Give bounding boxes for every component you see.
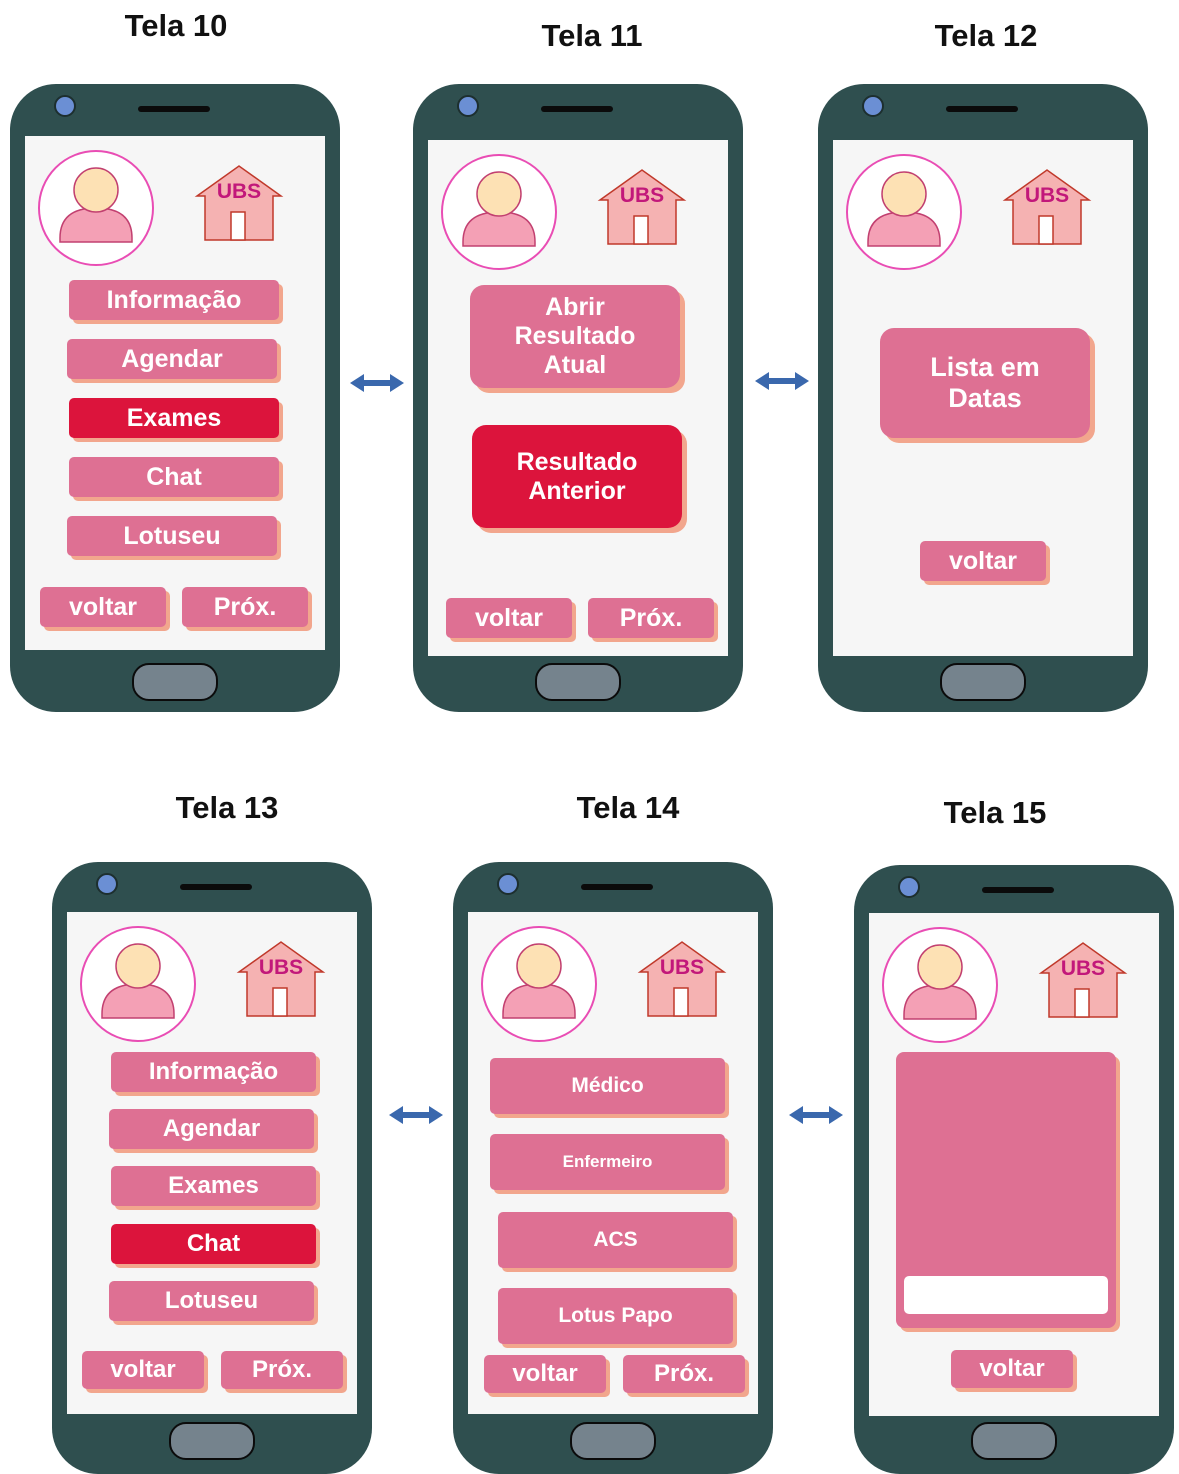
double-arrow-icon [789, 1106, 843, 1124]
home-button-icon[interactable] [570, 1422, 656, 1460]
double-arrow-icon [755, 372, 809, 390]
title-tela-15: Tela 15 [943, 795, 1047, 830]
ubs-label: UBS [619, 184, 665, 207]
contact-medico-button[interactable]: Médico [490, 1058, 725, 1114]
ubs-label: UBS [1024, 184, 1070, 207]
menu-agendar-button[interactable]: Agendar [67, 339, 277, 379]
ubs-label: UBS [659, 956, 705, 979]
next-button[interactable]: Próx. [221, 1351, 343, 1389]
camera-icon [54, 95, 76, 117]
ubs-house-icon[interactable]: UBS [1001, 166, 1093, 246]
contact-acs-button[interactable]: ACS [498, 1212, 733, 1268]
back-button[interactable]: voltar [920, 541, 1046, 581]
next-button[interactable]: Próx. [182, 587, 308, 627]
list-dates-button[interactable]: Lista em Datas [880, 328, 1090, 438]
screen: UBS Abrir Resultado Atual Resultado Ante… [428, 140, 728, 656]
menu-chat-button[interactable]: Chat [69, 457, 279, 497]
user-avatar-icon[interactable] [80, 926, 196, 1042]
ubs-house-icon[interactable]: UBS [235, 938, 327, 1018]
speaker [541, 106, 613, 112]
phone-tela-11: UBS Abrir Resultado Atual Resultado Ante… [413, 84, 743, 712]
ubs-house-icon[interactable]: UBS [1037, 939, 1129, 1019]
speaker [946, 106, 1018, 112]
menu-lotuseu-button[interactable]: Lotuseu [109, 1281, 314, 1321]
ubs-house-icon[interactable]: UBS [636, 938, 728, 1018]
home-button-icon[interactable] [971, 1422, 1057, 1460]
home-button-icon[interactable] [535, 663, 621, 701]
user-avatar-icon[interactable] [441, 154, 557, 270]
user-avatar-icon[interactable] [882, 927, 998, 1043]
chat-panel [896, 1052, 1116, 1328]
back-button[interactable]: voltar [82, 1351, 204, 1389]
phone-tela-10: UBS Informação Agendar Exames Chat Lotus… [10, 84, 340, 712]
camera-icon [862, 95, 884, 117]
ubs-house-icon[interactable]: UBS [596, 166, 688, 246]
camera-icon [497, 873, 519, 895]
screen: UBS Lista em Datas voltar [833, 140, 1133, 656]
ubs-label: UBS [258, 956, 304, 979]
user-avatar-icon[interactable] [481, 926, 597, 1042]
menu-chat-button[interactable]: Chat [111, 1224, 316, 1264]
menu-informacao-button[interactable]: Informação [111, 1052, 316, 1092]
home-button-icon[interactable] [169, 1422, 255, 1460]
speaker [581, 884, 653, 890]
next-button[interactable]: Próx. [588, 598, 714, 638]
back-button[interactable]: voltar [446, 598, 572, 638]
title-tela-13: Tela 13 [175, 790, 279, 825]
phone-tela-15: UBS voltar [854, 865, 1174, 1474]
camera-icon [96, 873, 118, 895]
open-current-result-button[interactable]: Abrir Resultado Atual [470, 285, 680, 388]
next-button[interactable]: Próx. [623, 1355, 745, 1393]
user-avatar-icon[interactable] [846, 154, 962, 270]
speaker [138, 106, 210, 112]
menu-agendar-button[interactable]: Agendar [109, 1109, 314, 1149]
contact-lotus-papo-button[interactable]: Lotus Papo [498, 1288, 733, 1344]
screen: UBS Médico Enfermeiro ACS Lotus Papo vol… [468, 912, 758, 1414]
title-tela-10: Tela 10 [124, 8, 228, 43]
menu-informacao-button[interactable]: Informação [69, 280, 279, 320]
screen: UBS Informação Agendar Exames Chat Lotus… [25, 136, 325, 650]
back-button[interactable]: voltar [484, 1355, 606, 1393]
title-tela-12: Tela 12 [934, 18, 1038, 53]
back-button[interactable]: voltar [40, 587, 166, 627]
user-avatar-icon[interactable] [38, 150, 154, 266]
menu-exames-button[interactable]: Exames [111, 1166, 316, 1206]
speaker [982, 887, 1054, 893]
camera-icon [457, 95, 479, 117]
camera-icon [898, 876, 920, 898]
contact-enfermeiro-button[interactable]: Enfermeiro [490, 1134, 725, 1190]
speaker [180, 884, 252, 890]
phone-tela-12: UBS Lista em Datas voltar [818, 84, 1148, 712]
home-button-icon[interactable] [132, 663, 218, 701]
screen: UBS voltar [869, 913, 1159, 1416]
back-button[interactable]: voltar [951, 1350, 1073, 1388]
phone-tela-13: UBS Informação Agendar Exames Chat Lotus… [52, 862, 372, 1474]
screen: UBS Informação Agendar Exames Chat Lotus… [67, 912, 357, 1414]
phone-tela-14: UBS Médico Enfermeiro ACS Lotus Papo vol… [453, 862, 773, 1474]
menu-lotuseu-button[interactable]: Lotuseu [67, 516, 277, 556]
ubs-label: UBS [216, 180, 262, 203]
double-arrow-icon [389, 1106, 443, 1124]
title-tela-14: Tela 14 [576, 790, 680, 825]
home-button-icon[interactable] [940, 663, 1026, 701]
ubs-house-icon[interactable]: UBS [193, 162, 285, 242]
title-tela-11: Tela 11 [541, 18, 643, 53]
chat-message-input[interactable] [904, 1276, 1108, 1314]
double-arrow-icon [350, 374, 404, 392]
previous-result-button[interactable]: Resultado Anterior [472, 425, 682, 528]
menu-exames-button[interactable]: Exames [69, 398, 279, 438]
ubs-label: UBS [1060, 957, 1106, 980]
